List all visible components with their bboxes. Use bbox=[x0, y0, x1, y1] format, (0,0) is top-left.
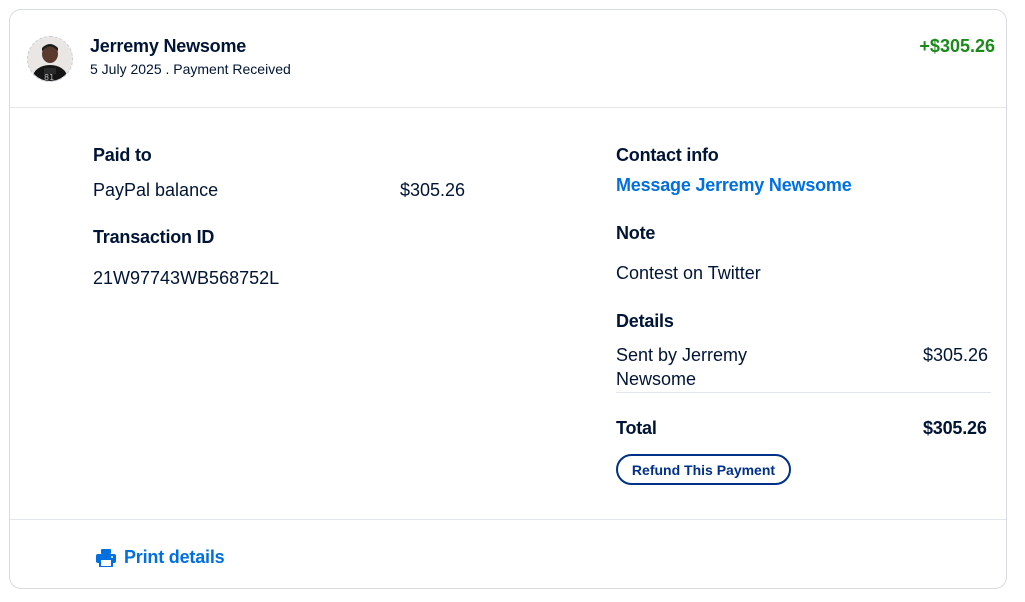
details-label: Details bbox=[616, 311, 674, 331]
transaction-body: Paid to PayPal balance $305.26 Transacti… bbox=[10, 107, 1006, 520]
transaction-card: 81 Jerremy Newsome 5 July 2025 . Payment… bbox=[9, 9, 1007, 589]
avatar: 81 bbox=[27, 36, 73, 82]
total-amount: $305.26 bbox=[923, 418, 987, 438]
paid-to-method: PayPal balance bbox=[93, 180, 219, 200]
details-line-label-cont: Newsome bbox=[616, 369, 697, 389]
printer-icon bbox=[96, 548, 116, 567]
note-label: Note bbox=[616, 223, 656, 243]
sender-name: Jerremy Newsome bbox=[90, 36, 247, 56]
print-details-label: Print details bbox=[124, 547, 225, 567]
transaction-amount: +$305.26 bbox=[919, 36, 995, 56]
contact-info-label: Contact info bbox=[616, 145, 719, 165]
paid-to-label: Paid to bbox=[93, 145, 152, 165]
details-line-label: Sent by Jerremy bbox=[616, 345, 748, 365]
details-line-amount: $305.26 bbox=[923, 345, 989, 365]
transaction-header: 81 Jerremy Newsome 5 July 2025 . Payment… bbox=[10, 10, 1006, 108]
message-sender-link[interactable]: Message Jerremy Newsome bbox=[616, 175, 852, 196]
svg-text:81: 81 bbox=[44, 73, 54, 81]
transaction-footer: Print details bbox=[10, 519, 1006, 589]
paid-to-amount: $305.26 bbox=[400, 180, 466, 200]
print-details-link[interactable]: Print details bbox=[96, 547, 225, 568]
refund-payment-button[interactable]: Refund This Payment bbox=[616, 454, 791, 485]
note-text: Contest on Twitter bbox=[616, 263, 761, 283]
total-label: Total bbox=[616, 418, 657, 438]
transaction-id-label: Transaction ID bbox=[93, 227, 215, 247]
details-divider bbox=[616, 392, 991, 393]
transaction-id-value: 21W97743WB568752L bbox=[93, 268, 280, 288]
transaction-date-status: 5 July 2025 . Payment Received bbox=[90, 61, 291, 77]
